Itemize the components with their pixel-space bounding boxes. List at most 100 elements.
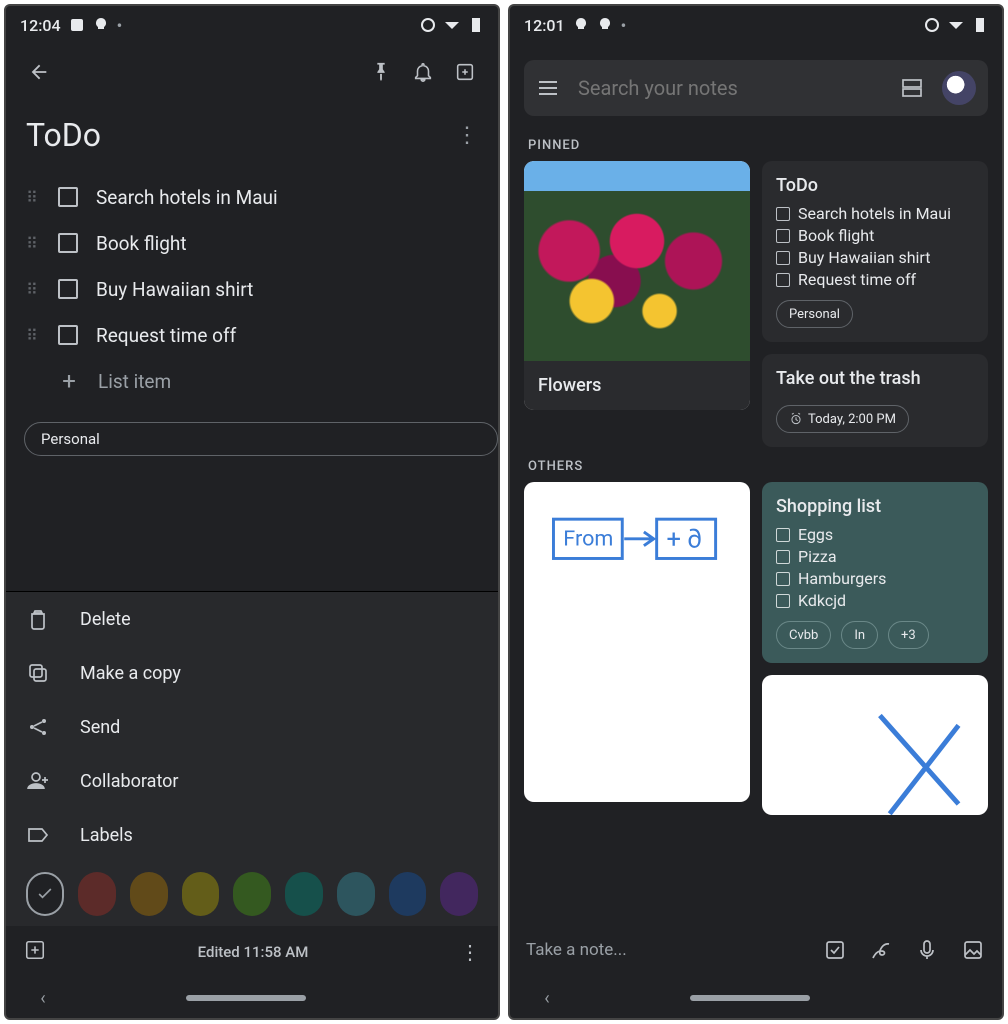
- color-swatch[interactable]: [285, 872, 323, 916]
- note-footer: Edited 11:58 AM ⋮: [6, 926, 498, 978]
- checklist-item-text[interactable]: Buy Hawaiian shirt: [96, 278, 253, 301]
- checklist-item-text[interactable]: Search hotels in Maui: [96, 186, 278, 209]
- checkbox-icon[interactable]: [58, 279, 78, 299]
- note-card-shopping[interactable]: Shopping list Eggs Pizza Hamburgers Kdkc…: [762, 482, 988, 663]
- note-card-trash[interactable]: Take out the trash Today, 2:00 PM: [762, 354, 988, 447]
- edited-text: Edited 11:58 AM: [198, 943, 309, 961]
- note-card-item: Buy Hawaiian shirt: [776, 248, 974, 267]
- bell-icon: [412, 61, 434, 83]
- clock-text: 12:01: [524, 16, 565, 35]
- menu-copy[interactable]: Make a copy: [6, 646, 498, 700]
- add-list-item[interactable]: + List item: [20, 358, 484, 404]
- note-card-sketch[interactable]: From + ∂: [524, 482, 750, 802]
- take-note-bar: Take a note...: [510, 922, 1002, 978]
- back-button[interactable]: [18, 51, 60, 93]
- bulb-icon: [93, 17, 109, 33]
- menu-delete[interactable]: Delete: [6, 592, 498, 646]
- color-swatch[interactable]: [233, 872, 271, 916]
- color-swatch[interactable]: [130, 872, 168, 916]
- checkbox-icon[interactable]: [58, 233, 78, 253]
- more-button[interactable]: ⋮: [460, 940, 480, 964]
- note-title-row: ToDo ⋮: [6, 100, 498, 174]
- new-list-button[interactable]: [822, 937, 848, 963]
- color-swatch[interactable]: [78, 872, 116, 916]
- new-image-button[interactable]: [960, 937, 986, 963]
- nav-home-pill[interactable]: [690, 995, 810, 1001]
- alarm-icon: [789, 412, 803, 426]
- menu-collaborator[interactable]: Collaborator: [6, 754, 498, 808]
- note-card-flowers[interactable]: Flowers: [524, 161, 750, 410]
- note-card-todo[interactable]: ToDo Search hotels in Maui Book flight B…: [762, 161, 988, 342]
- note-card-title: Take out the trash: [776, 368, 974, 389]
- checklist-item-text[interactable]: Request time off: [96, 324, 236, 347]
- color-swatch[interactable]: [440, 872, 478, 916]
- checkbox-icon: [776, 572, 790, 586]
- new-drawing-button[interactable]: [868, 937, 894, 963]
- color-swatch[interactable]: [182, 872, 220, 916]
- pin-icon: [370, 61, 392, 83]
- checkbox-icon[interactable]: [58, 325, 78, 345]
- sketch-drawing: [762, 675, 988, 815]
- checklist-item[interactable]: ⠿ Request time off: [20, 312, 484, 358]
- color-palette: [6, 862, 498, 926]
- checkbox-icon: [776, 251, 790, 265]
- reminder-button[interactable]: [402, 51, 444, 93]
- color-swatch-none[interactable]: [26, 872, 64, 916]
- more-button[interactable]: ⋮: [456, 123, 478, 148]
- plus-icon: +: [58, 367, 80, 395]
- note-title[interactable]: ToDo: [26, 116, 101, 154]
- checklist-item[interactable]: ⠿ Search hotels in Maui: [20, 174, 484, 220]
- note-card-item: Kdkcjd: [776, 591, 974, 610]
- checklist-item[interactable]: ⠿ Book flight: [20, 220, 484, 266]
- phone-notes-home: 12:01 • PINNED Flowers ToDo Search hot: [508, 4, 1004, 1020]
- add-box-icon: [24, 939, 46, 961]
- menu-icon[interactable]: [536, 76, 560, 100]
- add-box-button[interactable]: [24, 939, 46, 965]
- svg-text:+ ∂: + ∂: [666, 525, 701, 555]
- checklist-item[interactable]: ⠿ Buy Hawaiian shirt: [20, 266, 484, 312]
- data-saver-icon: [924, 17, 940, 33]
- search-input[interactable]: [578, 76, 882, 100]
- checkbox-icon: [776, 528, 790, 542]
- bulb-icon: [597, 17, 613, 33]
- color-swatch[interactable]: [389, 872, 427, 916]
- note-card-item: Eggs: [776, 525, 974, 544]
- drag-handle-icon[interactable]: ⠿: [20, 188, 42, 207]
- note-topbar: [6, 44, 498, 100]
- drag-handle-icon[interactable]: ⠿: [20, 234, 42, 253]
- reminder-chip: Today, 2:00 PM: [776, 405, 909, 433]
- note-card-item: Hamburgers: [776, 569, 974, 588]
- new-audio-button[interactable]: [914, 937, 940, 963]
- menu-send[interactable]: Send: [6, 700, 498, 754]
- pin-button[interactable]: [360, 51, 402, 93]
- share-icon: [26, 715, 50, 739]
- checkbox-icon: [776, 594, 790, 608]
- trash-icon: [26, 607, 50, 631]
- menu-labels[interactable]: Labels: [6, 808, 498, 862]
- color-swatch[interactable]: [337, 872, 375, 916]
- label-chip[interactable]: Personal: [24, 422, 498, 456]
- note-card-item: Request time off: [776, 270, 974, 289]
- svg-text:From: From: [563, 527, 613, 552]
- data-saver-icon: [420, 17, 436, 33]
- person-add-icon: [26, 769, 50, 793]
- checklist-item-text[interactable]: Book flight: [96, 232, 187, 255]
- drag-handle-icon[interactable]: ⠿: [20, 326, 42, 345]
- note-card-sketch-x[interactable]: [762, 675, 988, 815]
- archive-button[interactable]: [444, 51, 486, 93]
- menu-label: Labels: [80, 825, 133, 846]
- nav-back-icon[interactable]: ‹: [544, 988, 549, 1009]
- search-bar[interactable]: [524, 60, 988, 116]
- layout-toggle-icon[interactable]: [900, 76, 924, 100]
- take-note-input[interactable]: Take a note...: [526, 940, 627, 960]
- check-icon: [35, 884, 55, 904]
- checkbox-icon[interactable]: [58, 187, 78, 207]
- nav-back-icon[interactable]: ‹: [40, 988, 45, 1009]
- battery-icon: [972, 17, 988, 33]
- wifi-icon: [948, 17, 964, 33]
- android-navbar: ‹: [6, 978, 498, 1018]
- nav-home-pill[interactable]: [186, 995, 306, 1001]
- drag-handle-icon[interactable]: ⠿: [20, 280, 42, 299]
- checkbox-icon: [776, 273, 790, 287]
- account-avatar[interactable]: [942, 71, 976, 105]
